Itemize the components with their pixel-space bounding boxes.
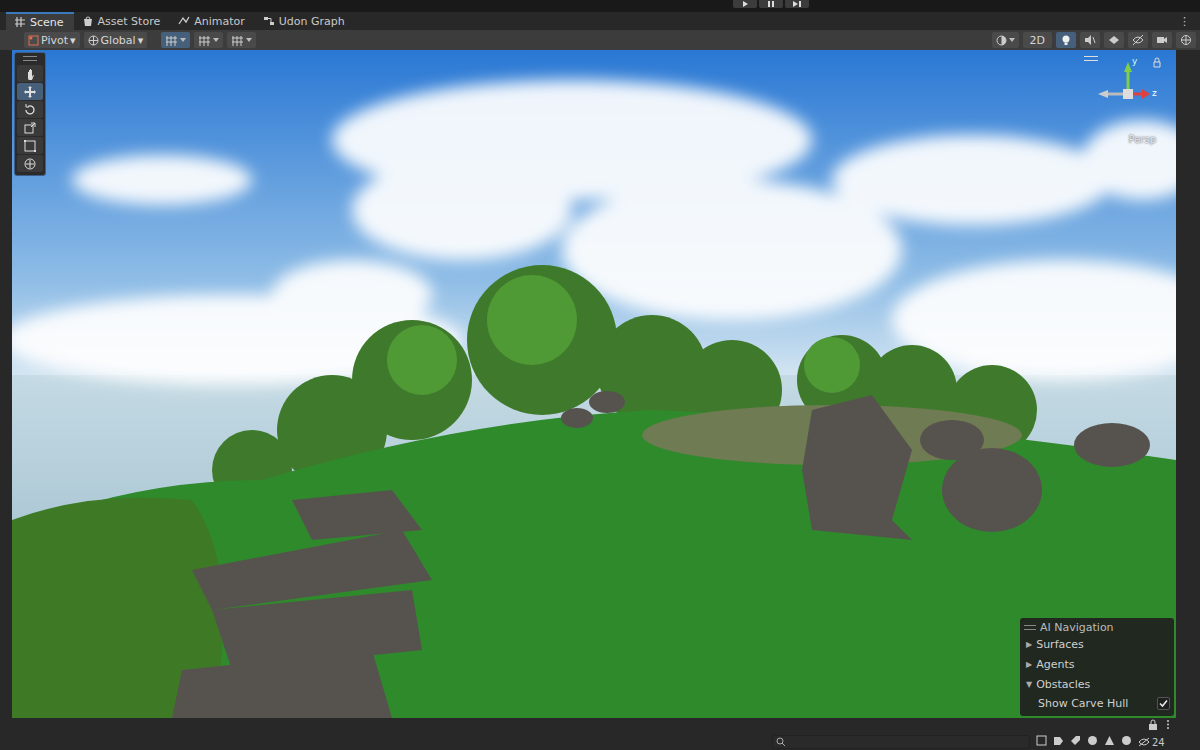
hidden-icon: [1138, 737, 1150, 747]
scene-icon: [14, 16, 26, 28]
projection-label[interactable]: Persp: [1129, 134, 1157, 145]
tools-overlay: [14, 52, 46, 176]
status-button[interactable]: [1104, 735, 1115, 749]
visibility-icon: [1132, 34, 1144, 46]
move-tool-icon: [23, 85, 37, 99]
play-button[interactable]: [759, 0, 783, 8]
option-row: Show Carve Hull: [1024, 694, 1170, 712]
tab-bar: SceneAsset StoreAnimatorUdon Graph ⋮: [0, 12, 1200, 30]
overlay-title: AI Navigation: [1040, 621, 1114, 634]
axis-label: z: [1152, 88, 1157, 98]
pause-icon: [764, 0, 778, 8]
play-button[interactable]: [733, 0, 757, 8]
lock-icon: [1148, 719, 1158, 730]
store-icon: [82, 15, 94, 27]
tool-button[interactable]: [17, 65, 43, 82]
status-bar: 24: [0, 718, 1200, 750]
check-icon: [1159, 699, 1168, 708]
caret-icon: [1009, 37, 1015, 43]
scene-toolbar: Pivot▾Global▾ 2D: [0, 30, 1200, 50]
status-button[interactable]: [1036, 735, 1047, 749]
toolbar-button[interactable]: [1080, 32, 1100, 48]
tool-button[interactable]: [17, 155, 43, 172]
globe-icon: [88, 35, 99, 46]
label-icon: [1053, 735, 1064, 746]
toolbar-button[interactable]: [1128, 32, 1148, 48]
foldout-section[interactable]: ▶Surfaces: [1024, 634, 1170, 654]
tool-button[interactable]: [17, 83, 43, 100]
error-icon: [1121, 735, 1132, 746]
lightbulb-icon: [1060, 34, 1072, 46]
toolbar-button[interactable]: [1176, 32, 1196, 48]
foldout-section[interactable]: ▼Obstacles: [1024, 674, 1170, 694]
foldout-section[interactable]: ▶Agents: [1024, 654, 1170, 674]
axis-label: y: [1132, 56, 1137, 66]
pivot-icon: [28, 35, 39, 46]
scene-icon: [1036, 735, 1047, 746]
status-button[interactable]: [1070, 735, 1081, 749]
camera-icon: [1156, 34, 1168, 46]
editor-tab[interactable]: Animator: [170, 12, 255, 30]
scene-view[interactable]: yzPerspAI Navigation▶Surfaces▶Agents▼Obs…: [12, 50, 1176, 718]
tool-button[interactable]: [17, 101, 43, 118]
hand-tool-icon: [23, 67, 37, 81]
scale-tool-icon: [23, 121, 37, 135]
menu-button[interactable]: [1166, 719, 1170, 733]
tab-menu-button[interactable]: ⋮: [1169, 12, 1200, 30]
lighting-toggle[interactable]: [1056, 32, 1076, 48]
tool-button[interactable]: [17, 137, 43, 154]
orientation-gizmo[interactable]: yz: [1088, 56, 1168, 146]
ai-navigation-overlay: AI Navigation▶Surfaces▶Agents▼ObstaclesS…: [1020, 618, 1174, 716]
status-button[interactable]: [1121, 735, 1132, 749]
tag-icon: [1070, 735, 1081, 746]
draw-mode-dropdown[interactable]: [992, 32, 1019, 48]
overlay-grip[interactable]: [1084, 56, 1098, 61]
effects-icon: [1108, 34, 1120, 46]
pivot-dropdown[interactable]: Pivot▾: [24, 32, 80, 48]
ruler-icon: [231, 34, 244, 47]
toolbar-button[interactable]: [227, 32, 256, 48]
checkbox[interactable]: [1157, 697, 1170, 710]
status-button[interactable]: [1087, 735, 1098, 749]
scene-render-icon: [12, 50, 1176, 718]
editor-tab[interactable]: Udon Graph: [255, 12, 355, 30]
play-controls: [0, 0, 1200, 12]
graph-icon: [263, 15, 275, 27]
editor-tab[interactable]: Asset Store: [74, 12, 171, 30]
search-icon: [776, 737, 786, 747]
caret-icon: [213, 37, 219, 43]
shading-icon: [996, 35, 1007, 46]
toolbar-button[interactable]: [194, 32, 223, 48]
rotate-tool-icon: [23, 103, 37, 117]
animator-icon: [178, 15, 190, 27]
toolbar-button[interactable]: [1104, 32, 1124, 48]
grid-snap-icon: [165, 34, 178, 47]
info-icon: [1087, 735, 1098, 746]
caret-icon: [246, 37, 252, 43]
hidden-count[interactable]: 24: [1138, 737, 1165, 748]
gizmos-icon: [1180, 34, 1192, 46]
audio-icon: [1084, 34, 1096, 46]
transform-tool-icon: [23, 157, 37, 171]
play-icon: [738, 0, 752, 8]
kebab-icon: [1166, 719, 1170, 730]
warning-icon: [1104, 735, 1115, 746]
snap-increment-icon: [198, 34, 211, 47]
toolbar-button[interactable]: [161, 32, 190, 48]
toolbar-button[interactable]: [1152, 32, 1172, 48]
search-field[interactable]: [772, 735, 1030, 749]
2d-toggle[interactable]: 2D: [1023, 32, 1052, 48]
tool-button[interactable]: [17, 119, 43, 136]
status-button[interactable]: [1053, 735, 1064, 749]
step-icon: [790, 0, 804, 8]
rect-tool-icon: [23, 139, 37, 153]
global-dropdown[interactable]: Global▾: [84, 32, 148, 48]
lock-button[interactable]: [1148, 719, 1158, 733]
editor-tab[interactable]: Scene: [6, 12, 74, 30]
play-button[interactable]: [785, 0, 809, 8]
caret-icon: [180, 37, 186, 43]
